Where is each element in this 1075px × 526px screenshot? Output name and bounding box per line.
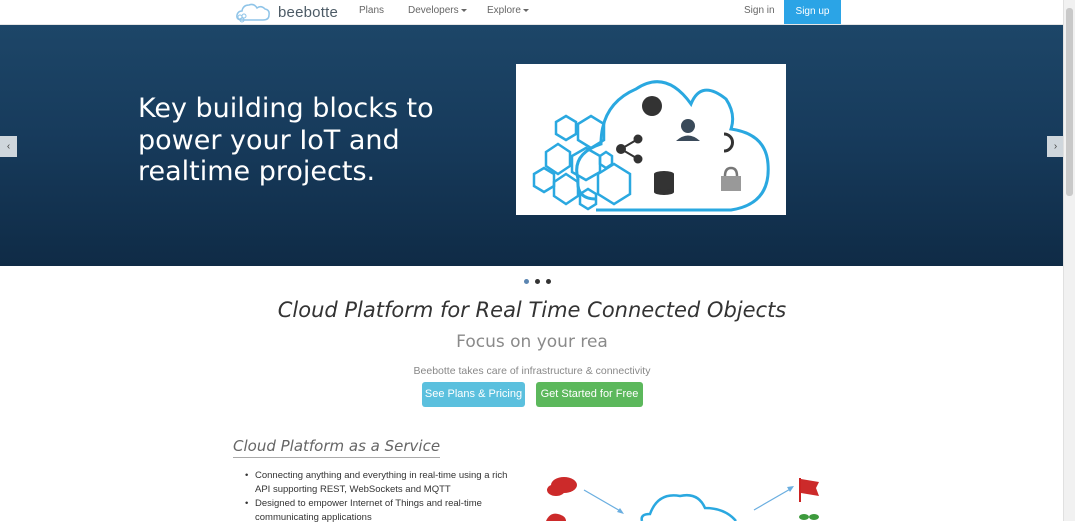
carousel-next-button[interactable]: ›: [1047, 136, 1064, 157]
connectivity-diagram: [540, 470, 830, 522]
caret-down-icon: [522, 8, 529, 12]
main-tagline: Beebotte takes care of infrastructure & …: [413, 365, 651, 377]
nav-developers[interactable]: Developers: [408, 5, 467, 16]
hero-headline: Key building blocks to power your IoT an…: [138, 93, 434, 187]
leaf-icon: [799, 514, 819, 520]
refresh-icon: [723, 132, 734, 153]
database-icon: [654, 171, 674, 195]
main-title: Cloud Platform for Real Time Connected O…: [277, 298, 787, 322]
signin-link[interactable]: Sign in: [744, 5, 775, 16]
feature-item: Connecting anything and everything in re…: [245, 469, 517, 497]
top-navbar: beebotte Plans Developers Explore Sign i…: [0, 0, 1064, 25]
caret-down-icon: [460, 8, 467, 12]
nav-explore-label: Explore: [487, 5, 521, 16]
chat-icon: [547, 477, 577, 496]
user-group-icon: [676, 119, 700, 141]
carousel-dot-2[interactable]: [535, 279, 540, 284]
section-title: Cloud Platform as a Service: [233, 437, 441, 458]
see-plans-button[interactable]: See Plans & Pricing: [422, 382, 525, 407]
get-started-button[interactable]: Get Started for Free: [536, 382, 643, 407]
share-icon: [616, 134, 643, 164]
hero-carousel: ‹ › Key building blocks to power your Io…: [0, 25, 1064, 266]
flag-icon: [799, 478, 819, 502]
connectivity-illustration: [546, 477, 819, 522]
hero-illustration: [516, 64, 786, 215]
carousel-dot-3[interactable]: [546, 279, 551, 284]
lock-icon: [721, 166, 741, 191]
nav-developers-label: Developers: [408, 5, 459, 16]
signup-button[interactable]: Sign up: [784, 0, 841, 24]
cloud-logo-icon: [236, 3, 270, 23]
carousel-prev-button[interactable]: ‹: [0, 136, 17, 157]
nav-plans[interactable]: Plans: [359, 5, 384, 16]
carousel-indicators: [524, 279, 551, 284]
globe-icon: [642, 96, 662, 116]
main-subtitle: Focus on your rea: [456, 332, 608, 352]
feature-list: Connecting anything and everything in re…: [245, 469, 517, 525]
cloud-services-illustration: [532, 80, 770, 212]
scrollbar-thumb[interactable]: [1066, 8, 1073, 196]
brand-logo[interactable]: beebotte: [234, 1, 338, 23]
page-scrollbar[interactable]: [1063, 0, 1075, 521]
brand-name: beebotte: [278, 3, 338, 21]
carousel-dot-1[interactable]: [524, 279, 529, 284]
nav-explore[interactable]: Explore: [487, 5, 529, 16]
